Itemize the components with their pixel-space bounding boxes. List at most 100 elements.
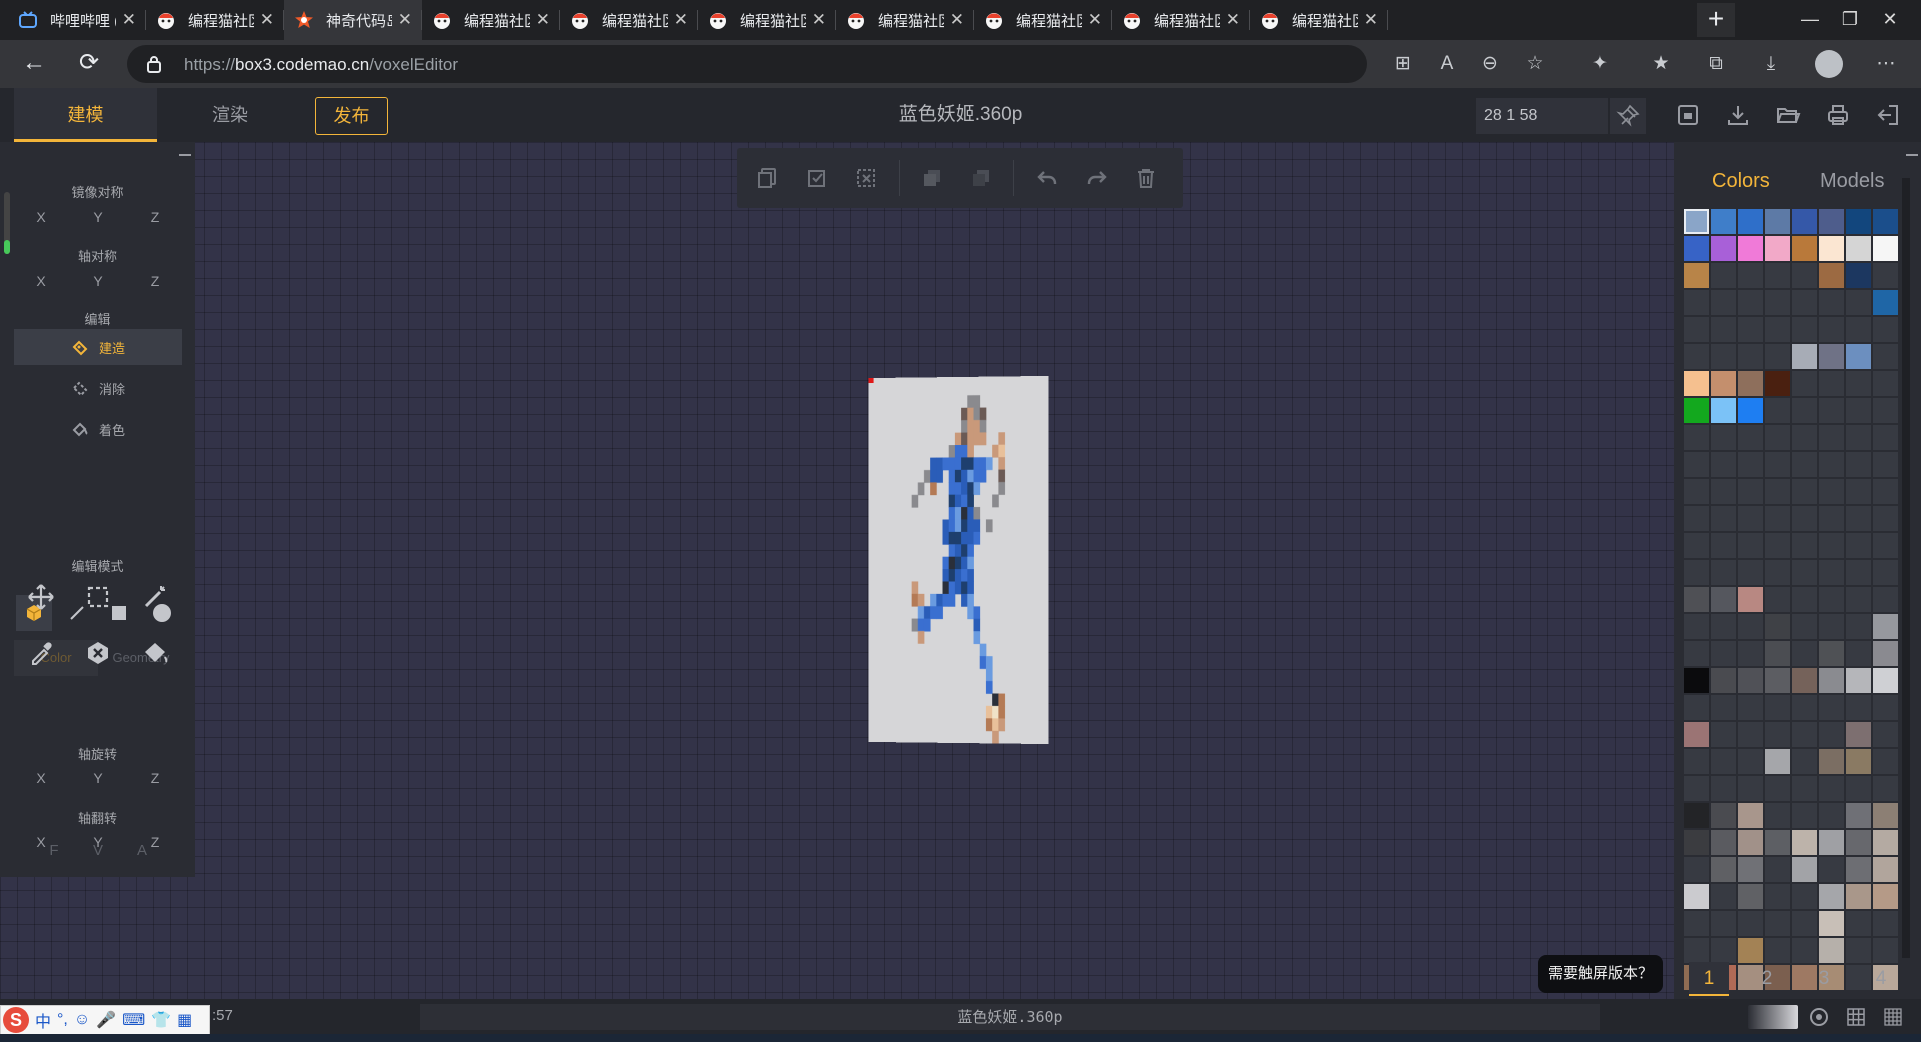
color-swatch[interactable] (1711, 209, 1736, 234)
empty-swatch[interactable] (1765, 452, 1790, 477)
empty-swatch[interactable] (1765, 722, 1790, 747)
restore-button[interactable]: ❐ (1830, 0, 1870, 40)
empty-swatch[interactable] (1684, 695, 1709, 720)
browser-tab[interactable]: 编程猫社区- ✕ (1250, 0, 1388, 40)
tab-close-icon[interactable]: ✕ (122, 10, 136, 30)
empty-swatch[interactable] (1819, 290, 1844, 315)
build-button[interactable]: 建造 (14, 329, 182, 365)
read-aloud-icon[interactable]: A (1434, 52, 1460, 78)
remove-color-icon[interactable] (82, 637, 114, 669)
empty-swatch[interactable] (1819, 722, 1844, 747)
empty-swatch[interactable] (1873, 938, 1898, 963)
color-swatch[interactable] (1711, 371, 1736, 396)
profile-avatar[interactable] (1815, 50, 1843, 78)
deselect-icon[interactable] (854, 166, 878, 190)
open-folder-icon[interactable] (1775, 102, 1801, 128)
color-swatch[interactable] (1765, 830, 1790, 855)
empty-swatch[interactable] (1684, 641, 1709, 666)
print-icon[interactable] (1825, 102, 1851, 128)
empty-swatch[interactable] (1819, 587, 1844, 612)
empty-swatch[interactable] (1738, 506, 1763, 531)
browser-tab[interactable]: 编程猫社区-1 ✕ (698, 0, 836, 40)
empty-swatch[interactable] (1711, 452, 1736, 477)
empty-swatch[interactable] (1792, 290, 1817, 315)
empty-swatch[interactable] (1819, 803, 1844, 828)
color-swatch[interactable] (1711, 236, 1736, 261)
exit-icon[interactable] (1875, 102, 1901, 128)
color-swatch[interactable] (1846, 668, 1871, 693)
color-swatch[interactable] (1684, 209, 1709, 234)
color-swatch[interactable] (1819, 938, 1844, 963)
empty-swatch[interactable] (1765, 533, 1790, 558)
empty-swatch[interactable] (1792, 587, 1817, 612)
zoom-icon[interactable]: ⊖ (1477, 52, 1503, 78)
skin-icon[interactable]: 👕 (151, 1010, 171, 1030)
reload-icon[interactable]: ⟳ (71, 46, 107, 82)
color-swatch[interactable] (1846, 749, 1871, 774)
color-swatch[interactable] (1792, 857, 1817, 882)
color-swatch[interactable] (1765, 209, 1790, 234)
empty-swatch[interactable] (1819, 533, 1844, 558)
empty-swatch[interactable] (1711, 533, 1736, 558)
touch-version-tooltip[interactable]: 需要触屏版本？ (1538, 955, 1663, 993)
empty-swatch[interactable] (1765, 560, 1790, 585)
collapse-left-icon[interactable] (179, 154, 191, 156)
color-swatch[interactable] (1765, 236, 1790, 261)
empty-swatch[interactable] (1792, 938, 1817, 963)
empty-swatch[interactable] (1765, 425, 1790, 450)
voxel-model[interactable] (868, 375, 1049, 745)
empty-swatch[interactable] (1684, 533, 1709, 558)
browser-tab[interactable]: 神奇代码岛 ✕ (284, 0, 422, 40)
window-close-button[interactable]: ✕ (1870, 0, 1910, 40)
empty-swatch[interactable] (1792, 506, 1817, 531)
empty-swatch[interactable] (1819, 776, 1844, 801)
empty-swatch[interactable] (1846, 317, 1871, 342)
empty-swatch[interactable] (1792, 803, 1817, 828)
empty-swatch[interactable] (1819, 452, 1844, 477)
empty-swatch[interactable] (1873, 560, 1898, 585)
empty-swatch[interactable] (1819, 614, 1844, 639)
color-swatch[interactable] (1738, 938, 1763, 963)
browser-tab[interactable]: 哔哩哔哩 (゜ ✕ (8, 0, 146, 40)
color-swatch[interactable] (1684, 263, 1709, 288)
empty-swatch[interactable] (1846, 452, 1871, 477)
empty-swatch[interactable] (1738, 560, 1763, 585)
color-swatch[interactable] (1873, 614, 1898, 639)
downloads-icon[interactable]: ⤓ (1758, 52, 1784, 78)
color-swatch[interactable] (1819, 911, 1844, 936)
color-swatch[interactable] (1846, 857, 1871, 882)
empty-swatch[interactable] (1765, 317, 1790, 342)
color-swatch[interactable] (1684, 236, 1709, 261)
color-swatch[interactable] (1792, 209, 1817, 234)
color-swatch[interactable] (1792, 344, 1817, 369)
flip-z[interactable]: Z (145, 834, 165, 850)
select-all-icon[interactable] (805, 166, 829, 190)
axis-sym-x[interactable]: X (31, 273, 51, 289)
empty-swatch[interactable] (1684, 344, 1709, 369)
empty-swatch[interactable] (1792, 884, 1817, 909)
empty-swatch[interactable] (1738, 533, 1763, 558)
sogou-logo-icon[interactable]: S (3, 1007, 29, 1033)
empty-swatch[interactable] (1738, 695, 1763, 720)
color-swatch[interactable] (1819, 641, 1844, 666)
empty-swatch[interactable] (1711, 290, 1736, 315)
empty-swatch[interactable] (1792, 425, 1817, 450)
color-swatch[interactable] (1819, 209, 1844, 234)
empty-swatch[interactable] (1846, 776, 1871, 801)
empty-swatch[interactable] (1765, 776, 1790, 801)
favorites-icon[interactable]: ★ (1648, 52, 1674, 78)
color-swatch[interactable] (1684, 830, 1709, 855)
empty-swatch[interactable] (1738, 425, 1763, 450)
empty-swatch[interactable] (1846, 695, 1871, 720)
empty-swatch[interactable] (1738, 452, 1763, 477)
color-swatch[interactable] (1738, 371, 1763, 396)
empty-swatch[interactable] (1684, 452, 1709, 477)
empty-swatch[interactable] (1792, 317, 1817, 342)
empty-swatch[interactable] (1765, 857, 1790, 882)
empty-swatch[interactable] (1846, 938, 1871, 963)
empty-swatch[interactable] (1711, 479, 1736, 504)
empty-swatch[interactable] (1846, 641, 1871, 666)
favorite-add-icon[interactable]: ☆ (1522, 52, 1548, 78)
empty-swatch[interactable] (1765, 506, 1790, 531)
empty-swatch[interactable] (1684, 479, 1709, 504)
